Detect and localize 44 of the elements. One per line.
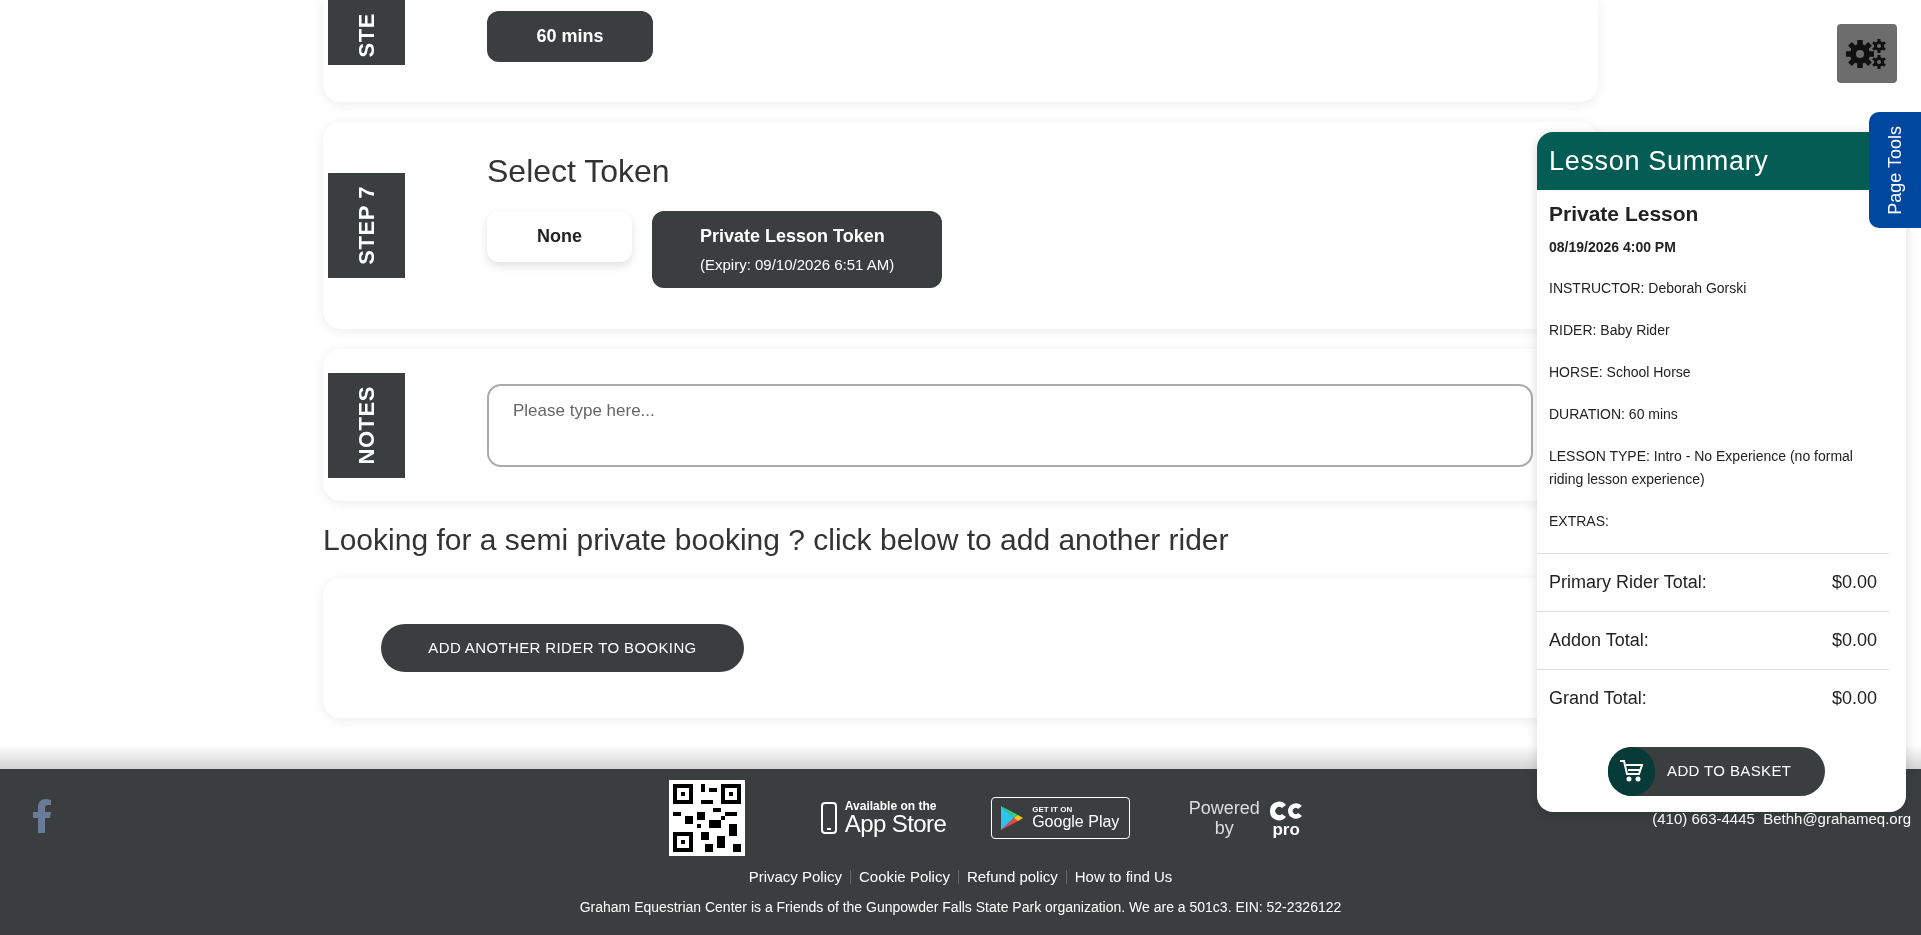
total-value: $0.00 xyxy=(1831,570,1877,594)
summary-detail: EXTRAS: xyxy=(1549,511,1610,531)
add-rider-button[interactable]: ADD ANOTHER RIDER TO BOOKING xyxy=(381,624,744,672)
semi-private-heading: Looking for a semi private booking ? click below to add another rider xyxy=(323,522,1229,558)
summary-detail: DURATION: 60 mins xyxy=(1549,404,1679,424)
phone-icon xyxy=(820,802,837,834)
footer-link[interactable]: How to find Us xyxy=(1074,866,1173,889)
step-label: STEP 7 xyxy=(328,173,405,278)
footer-note: Graham Equestrian Center is a Friends of the Gunpowder Falls State Park organization. We are a 501c3. EIN: 52-2326122 xyxy=(579,897,1342,917)
lesson-name: Private Lesson xyxy=(1549,201,1700,227)
option-button[interactable]: Private Lesson Token (Expiry: 09/10/2026 6:51 AM) xyxy=(652,210,943,289)
total-label: Primary Rider Total: xyxy=(1549,570,1707,594)
gears-icon xyxy=(1845,36,1889,71)
step-label: STE xyxy=(328,0,405,65)
footer-link[interactable]: Refund policy xyxy=(966,866,1058,889)
cart-icon xyxy=(1608,746,1655,796)
settings-button[interactable] xyxy=(1837,24,1897,83)
summary-detail: RIDER: Baby Rider xyxy=(1549,320,1671,340)
add-to-basket-button[interactable]: ADD TO BASKET xyxy=(1608,746,1825,796)
contact-text: (410) 663-4445 Bethh@grahameq.org xyxy=(1652,809,1911,829)
summary-detail: HORSE: School Horse xyxy=(1549,362,1692,382)
lesson-date: 08/19/2026 4:00 PM xyxy=(1549,237,1677,257)
footer-link[interactable]: Privacy Policy xyxy=(748,866,842,889)
total-label: Grand Total: xyxy=(1549,686,1647,710)
total-label: Addon Total: xyxy=(1549,628,1649,652)
summary-detail: LESSON TYPE: Intro - No Experience (no formal riding lesson experience) xyxy=(1549,446,1854,489)
step-title: Select Token xyxy=(487,151,671,191)
option-button[interactable]: None xyxy=(487,210,632,262)
footer-link[interactable]: Cookie Policy xyxy=(859,866,950,889)
total-value: $0.00 xyxy=(1831,686,1877,710)
step-label: NOTES xyxy=(328,372,405,478)
qr-code-icon xyxy=(668,780,745,856)
summary-detail: INSTRUCTOR: Deborah Gorski xyxy=(1549,278,1748,298)
total-value: $0.00 xyxy=(1831,628,1877,652)
powered-by-text: Powered by xyxy=(1188,798,1261,838)
page-tools-tab[interactable]: Page Tools xyxy=(1869,112,1921,228)
notes-field[interactable]: Please type here... xyxy=(487,383,1533,467)
play-icon xyxy=(1000,805,1025,831)
option-button[interactable]: 60 mins xyxy=(487,11,653,62)
google-play-badge[interactable]: GET IT ON Google Play xyxy=(991,797,1131,839)
summary-title: Lesson Summary xyxy=(1549,144,1769,178)
facebook-icon[interactable] xyxy=(32,799,52,833)
ec-pro-logo: pro xyxy=(1268,798,1305,838)
app-store-badge[interactable]: Available on the App Store xyxy=(820,800,947,836)
